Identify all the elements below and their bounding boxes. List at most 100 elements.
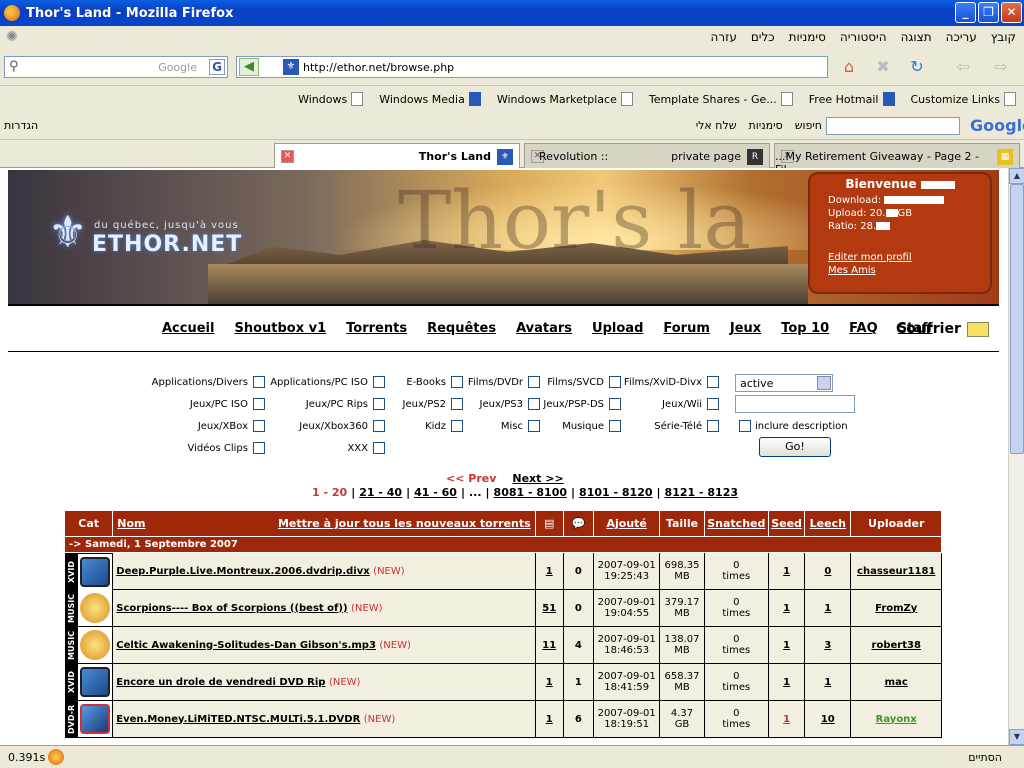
menu-file[interactable]: קובץ [991, 30, 1016, 44]
leech-link[interactable]: 1 [824, 677, 831, 688]
leech-link[interactable]: 0 [824, 566, 831, 577]
cat-videos-clips[interactable]: Vidéos Clips [187, 442, 265, 454]
uploader-link[interactable]: robert38 [872, 640, 921, 651]
back-icon[interactable]: ⇦ [950, 54, 976, 80]
toolbar-send-to[interactable]: שלח אלי [696, 119, 737, 132]
update-all-link[interactable]: Mettre à jour tous les nouveaux torrents [278, 517, 531, 530]
nav-upload[interactable]: Upload [592, 321, 643, 336]
nav-torrents[interactable]: Torrents [346, 321, 407, 336]
cat-films-svcd[interactable]: Films/SVCD [547, 376, 621, 388]
cat-applications-divers[interactable]: Applications/Divers [152, 376, 265, 388]
sort-leech-link[interactable]: Leech [810, 517, 846, 530]
torrent-link[interactable]: Scorpions---- Box of Scorpions ((best of… [116, 603, 347, 614]
leech-link[interactable]: 10 [821, 714, 835, 725]
status-select[interactable]: active [735, 374, 833, 392]
vertical-scrollbar[interactable]: ▲ ▼ [1008, 168, 1024, 745]
nav-faq[interactable]: FAQ [849, 321, 878, 336]
uploader-link[interactable]: mac [885, 677, 908, 688]
settings-button[interactable]: הגדרות [4, 119, 38, 132]
uploader-link[interactable]: FromZy [875, 603, 917, 614]
courrier-link[interactable]: Courrier [896, 321, 989, 337]
cat-jeux-pc-iso[interactable]: Jeux/PC ISO [190, 398, 265, 410]
checkbox[interactable] [609, 420, 621, 432]
scroll-thumb[interactable] [1010, 184, 1024, 454]
checkbox[interactable] [253, 376, 265, 388]
files-link[interactable]: 11 [542, 640, 556, 651]
torrent-link[interactable]: Deep.Purple.Live.Montreux.2006.dvdrip.di… [116, 566, 369, 577]
forward-icon[interactable]: ⇨ [988, 54, 1014, 80]
checkbox[interactable] [707, 376, 719, 388]
scroll-up-icon[interactable]: ▲ [1009, 168, 1024, 184]
torrent-link[interactable]: Celtic Awakening-Solitudes-Dan Gibson's.… [116, 640, 376, 651]
back-arrow-icon[interactable]: ◀ [239, 58, 259, 76]
menu-edit[interactable]: עריכה [946, 30, 977, 44]
close-button[interactable]: ✕ [1001, 2, 1022, 23]
checkbox[interactable] [253, 420, 265, 432]
torrent-link[interactable]: Encore un drole de vendredi DVD Rip [116, 677, 325, 688]
cat-jeux-pc-rips[interactable]: Jeux/PC Rips [306, 398, 385, 410]
row-category[interactable]: XVID [64, 663, 113, 701]
row-category[interactable]: XVID [64, 553, 113, 590]
page-link[interactable]: 8121 - 8123 [665, 486, 738, 499]
files-link[interactable]: 1 [546, 677, 553, 688]
close-tab-icon[interactable]: ✕ [281, 150, 294, 163]
checkbox[interactable] [451, 398, 463, 410]
torrent-link[interactable]: Even.Money.LiMiTED.NTSC.MULTi.5.1.DVDR [116, 714, 360, 725]
uploader-link[interactable]: Rayonx [876, 714, 917, 725]
page-link[interactable]: 21 - 40 [359, 486, 402, 499]
sort-snatched-link[interactable]: Snatched [707, 517, 765, 530]
minimize-button[interactable]: _ [955, 2, 976, 23]
checkbox[interactable] [707, 420, 719, 432]
page-link[interactable]: 8101 - 8120 [579, 486, 652, 499]
page-link[interactable]: 8081 - 8100 [494, 486, 567, 499]
cat-films-xvid[interactable]: Films/XviD-Divx [624, 376, 719, 388]
cat-serie-tele[interactable]: Série-Télé [654, 420, 719, 432]
nav-requetes[interactable]: Requêtes [427, 321, 496, 336]
url-text[interactable]: http://ethor.net/browse.php [303, 61, 454, 74]
cat-applications-pc-iso[interactable]: Applications/PC ISO [270, 376, 385, 388]
nav-jeux[interactable]: Jeux [730, 321, 761, 336]
checkbox[interactable] [253, 442, 265, 454]
uploader-link[interactable]: chasseur1181 [857, 566, 935, 577]
cat-jeux-xbox[interactable]: Jeux/XBox [198, 420, 265, 432]
next-link[interactable]: Next >> [512, 472, 563, 485]
cat-e-books[interactable]: E-Books [406, 376, 463, 388]
home-icon[interactable]: ⌂ [836, 54, 862, 80]
checkbox[interactable] [609, 376, 621, 388]
row-category[interactable]: MUSIC [64, 626, 113, 664]
site-logo[interactable]: ETHOR.NET [92, 232, 242, 257]
sort-nom-link[interactable]: Nom [117, 517, 145, 530]
restore-button[interactable]: ❐ [978, 2, 999, 23]
checkbox[interactable] [373, 398, 385, 410]
google-engine-icon[interactable]: G [209, 59, 225, 75]
cat-jeux-ps3[interactable]: Jeux/PS3 [480, 398, 540, 410]
bookmark-windows-media[interactable]: Windows Media [379, 92, 481, 106]
checkbox[interactable] [609, 398, 621, 410]
checkbox[interactable] [451, 376, 463, 388]
menu-help[interactable]: עזרה [711, 30, 737, 44]
nav-top10[interactable]: Top 10 [781, 321, 829, 336]
sort-ajoute-link[interactable]: Ajouté [606, 517, 646, 530]
page-link[interactable]: 41 - 60 [414, 486, 457, 499]
nav-shoutbox[interactable]: Shoutbox v1 [234, 321, 326, 336]
row-category[interactable]: MUSIC [64, 589, 113, 627]
checkbox[interactable] [528, 420, 540, 432]
cat-xxx[interactable]: XXX [347, 442, 385, 454]
leech-link[interactable]: 3 [824, 640, 831, 651]
checkbox[interactable] [451, 420, 463, 432]
cat-misc[interactable]: Misc [501, 420, 540, 432]
cat-jeux-xbox360[interactable]: Jeux/Xbox360 [299, 420, 385, 432]
cat-jeux-ps2[interactable]: Jeux/PS2 [403, 398, 463, 410]
checkbox[interactable] [373, 420, 385, 432]
tab-retirement-giveaway[interactable]: ✕ ...My Retirement Giveaway - Page 2 - F… [774, 143, 1020, 176]
stop-icon[interactable]: ✖ [870, 54, 896, 80]
seed-link[interactable]: 1 [783, 714, 790, 725]
menu-tools[interactable]: כלים [751, 30, 775, 44]
files-link[interactable]: 51 [542, 603, 556, 614]
cat-jeux-wii[interactable]: Jeux/Wii [662, 398, 719, 410]
search-box[interactable]: ⚲ Google G [4, 56, 228, 78]
cat-kidz[interactable]: Kidz [425, 420, 463, 432]
bookmark-free-hotmail[interactable]: Free Hotmail [809, 92, 895, 106]
seed-link[interactable]: 1 [783, 566, 790, 577]
go-button[interactable]: Go! [759, 437, 831, 457]
